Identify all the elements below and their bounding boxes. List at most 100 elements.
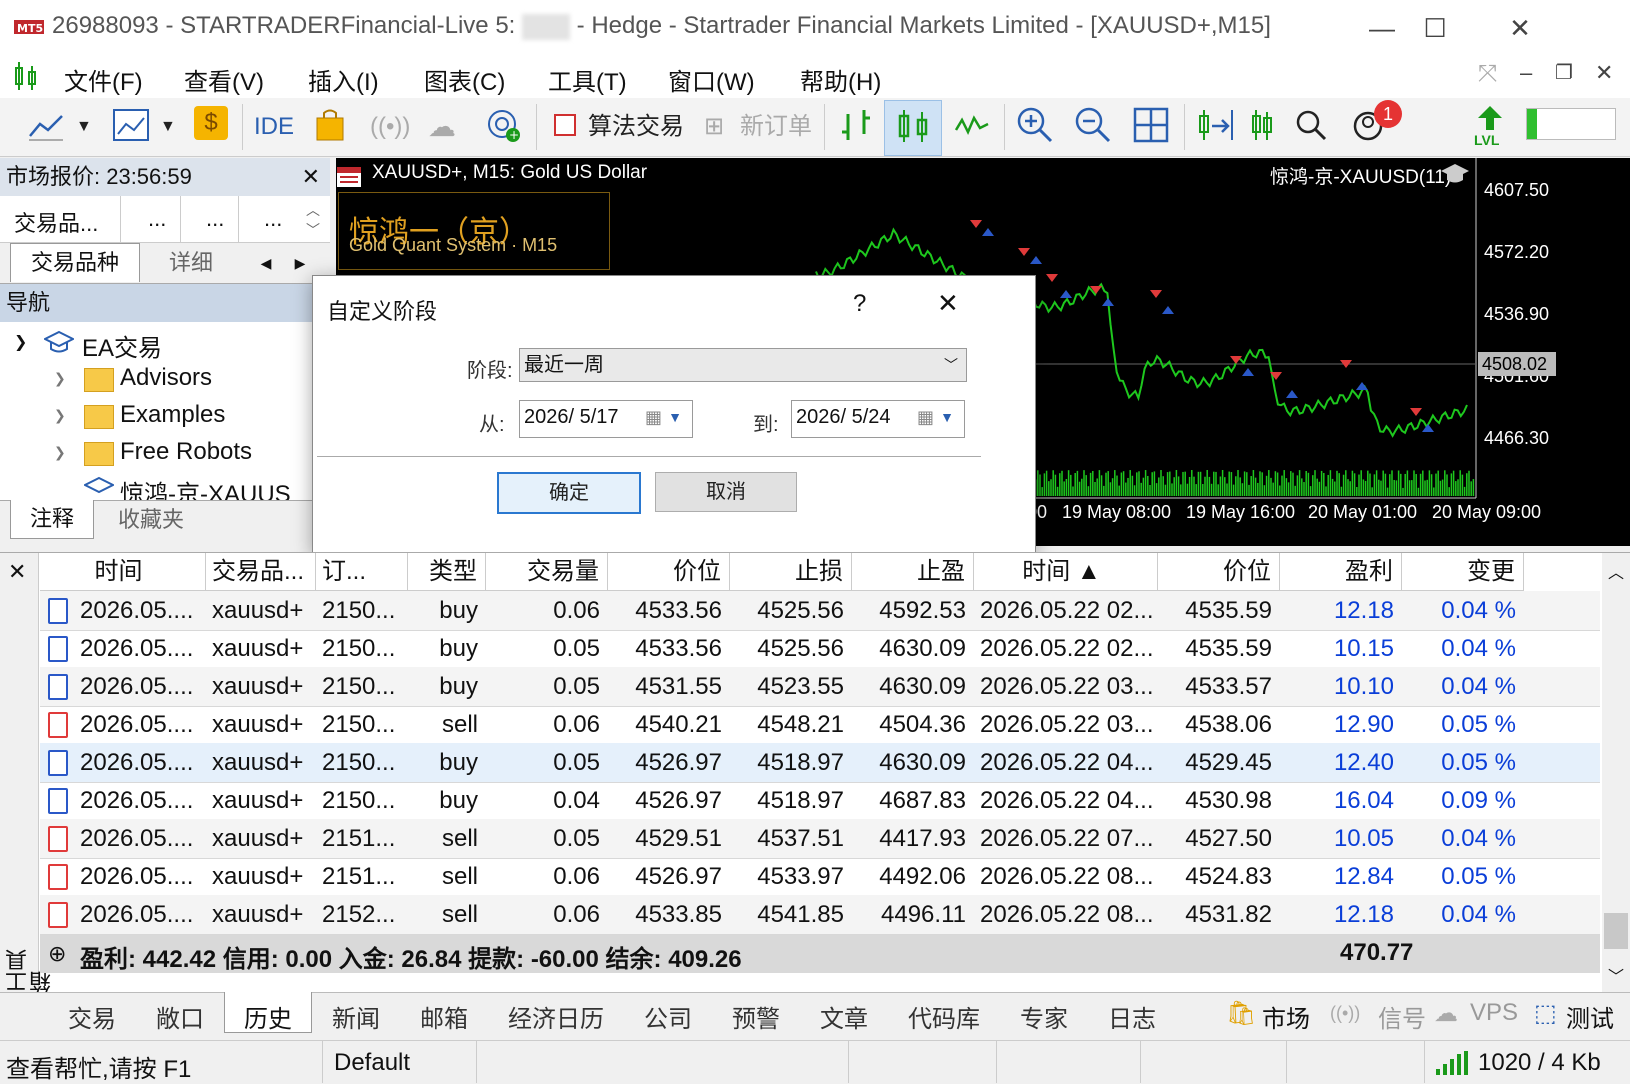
expand-arrow-icon[interactable]: ❯ bbox=[54, 407, 66, 424]
tab-details[interactable]: 详细 bbox=[148, 245, 234, 281]
menu-help[interactable]: 帮助(H) bbox=[800, 62, 881, 97]
vps-link[interactable]: VPS bbox=[1470, 999, 1518, 1027]
menu-file[interactable]: 文件(F) bbox=[64, 62, 143, 97]
tab-scroll-right-icon[interactable]: ▶ bbox=[286, 249, 314, 277]
column-header[interactable]: 时间 ▲ bbox=[974, 553, 1158, 591]
algo-trading-button[interactable]: 算法交易 bbox=[588, 108, 684, 146]
tab-articles[interactable]: 文章 bbox=[820, 999, 868, 1034]
table-row[interactable]: 2026.05.... xauusd+ 2150... buy 0.06 4533.56 4… bbox=[40, 591, 1600, 631]
tab-journal[interactable]: 日志 bbox=[1108, 999, 1156, 1034]
ok-button[interactable]: 确定 bbox=[497, 472, 641, 514]
column-header[interactable]: 止盈 bbox=[852, 553, 974, 591]
column-header[interactable]: 盈利 bbox=[1280, 553, 1402, 591]
dropdown-arrow-icon[interactable]: ▼ bbox=[76, 108, 92, 146]
menu-tools[interactable]: 工具(T) bbox=[548, 62, 627, 97]
column-header[interactable]: 类型 bbox=[408, 553, 486, 591]
tab-calendar[interactable]: 经济日历 bbox=[508, 999, 604, 1034]
tester-link[interactable]: 测试 bbox=[1566, 999, 1614, 1034]
tree-ea-root[interactable]: EA交易 bbox=[82, 328, 162, 363]
table-row[interactable]: 2026.05.... xauusd+ 2150... buy 0.05 4531.55 4… bbox=[40, 667, 1600, 707]
table-row[interactable]: 2026.05.... xauusd+ 2152... sell 0.06 4533.85… bbox=[40, 895, 1600, 935]
col-symbol[interactable]: 交易品... bbox=[14, 206, 98, 238]
col-bid[interactable]: ... bbox=[148, 206, 166, 232]
tree-ea-item[interactable]: 惊鸿-京-XAUUS bbox=[120, 474, 291, 500]
column-header[interactable]: 交易量 bbox=[486, 553, 608, 591]
period-select[interactable]: 最近一周 ﹀ bbox=[519, 348, 967, 382]
scroll-up-icon[interactable]: ︿ bbox=[1608, 559, 1624, 583]
column-header[interactable]: 价位 bbox=[608, 553, 730, 591]
tab-comments[interactable]: 注释 bbox=[10, 500, 94, 539]
mdi-restore-button[interactable]: ❐ bbox=[1555, 60, 1573, 85]
vps-add-icon[interactable]: + bbox=[486, 108, 522, 144]
market-link[interactable]: 市场 bbox=[1262, 999, 1310, 1034]
table-row[interactable]: 2026.05.... xauusd+ 2151... sell 0.05 4529.51… bbox=[40, 819, 1600, 859]
tab-scroll-left-icon[interactable]: ◀ bbox=[252, 249, 280, 277]
tab-favorites[interactable]: 收藏夹 bbox=[106, 501, 196, 539]
column-header[interactable]: 时间 bbox=[40, 553, 206, 591]
tab-experts[interactable]: 专家 bbox=[1020, 999, 1068, 1034]
zoom-out-icon[interactable] bbox=[1074, 106, 1112, 144]
tree-advisors[interactable]: Advisors bbox=[120, 364, 212, 392]
tab-mailbox[interactable]: 邮箱 bbox=[420, 999, 468, 1034]
tile-windows-icon[interactable] bbox=[1132, 106, 1170, 144]
tab-exposure[interactable]: 敞口 bbox=[156, 999, 204, 1034]
scroll-thumb[interactable] bbox=[1604, 913, 1628, 949]
expand-arrow-icon[interactable]: ❯ bbox=[14, 332, 27, 352]
cancel-button[interactable]: 取消 bbox=[655, 472, 797, 512]
cloud-icon[interactable]: ☁ bbox=[428, 108, 456, 146]
vertical-scrollbar[interactable]: ︿ ﹀ bbox=[1602, 553, 1630, 993]
from-date-picker[interactable]: 2026/ 5/17 ▦ ▼ bbox=[519, 400, 693, 438]
new-order-button[interactable]: 新订单 bbox=[740, 108, 812, 146]
tab-company[interactable]: 公司 bbox=[644, 999, 692, 1034]
column-header[interactable]: 止损 bbox=[730, 553, 852, 591]
table-row[interactable]: 2026.05.... xauusd+ 2150... buy 0.05 4526.97 4… bbox=[40, 743, 1600, 783]
level-up-icon[interactable] bbox=[1476, 106, 1504, 132]
chart-template-icon[interactable] bbox=[112, 108, 150, 144]
calendar-icon[interactable]: ▦ bbox=[917, 401, 934, 433]
table-row[interactable]: 2026.05.... xauusd+ 2150... sell 0.06 4540.21… bbox=[40, 705, 1600, 745]
menu-view[interactable]: 查看(V) bbox=[184, 62, 264, 97]
mdi-minimize-button[interactable]: – bbox=[1520, 60, 1532, 86]
tab-trade[interactable]: 交易 bbox=[68, 999, 116, 1034]
market-bag-icon[interactable] bbox=[314, 108, 346, 142]
tab-codebase[interactable]: 代码库 bbox=[908, 999, 980, 1034]
expand-arrow-icon[interactable]: ❯ bbox=[54, 370, 66, 387]
table-row[interactable]: 2026.05.... xauusd+ 2150... buy 0.05 4533.56 4… bbox=[40, 629, 1600, 669]
close-icon[interactable]: ✕ bbox=[302, 158, 320, 196]
line-chart-icon[interactable] bbox=[28, 110, 64, 142]
dropdown-arrow-icon[interactable]: ▼ bbox=[940, 401, 954, 433]
close-icon[interactable]: ✕ bbox=[8, 559, 26, 585]
autoscroll-icon[interactable] bbox=[1250, 106, 1274, 144]
tree-examples[interactable]: Examples bbox=[120, 401, 225, 429]
pin-icon[interactable]: ⤧ bbox=[1478, 60, 1497, 88]
expand-plus-icon[interactable]: ⊕ bbox=[48, 941, 66, 967]
dropdown-arrow-icon[interactable]: ▼ bbox=[160, 108, 176, 146]
to-date-picker[interactable]: 2026/ 5/24 ▦ ▼ bbox=[791, 400, 965, 438]
close-window-button[interactable]: ✕ bbox=[1500, 10, 1540, 46]
menu-insert[interactable]: 插入(I) bbox=[308, 62, 379, 97]
signals-link[interactable]: 信号 bbox=[1378, 999, 1426, 1034]
signals-icon[interactable]: ((•)) bbox=[370, 108, 410, 146]
search-icon[interactable] bbox=[1294, 108, 1328, 142]
maximize-button[interactable]: ☐ bbox=[1415, 10, 1455, 46]
dialog-close-button[interactable]: ✕ bbox=[937, 288, 959, 319]
tab-news[interactable]: 新闻 bbox=[332, 999, 380, 1034]
column-header[interactable]: 价位 bbox=[1158, 553, 1280, 591]
tab-symbols[interactable]: 交易品种 bbox=[10, 243, 140, 282]
scroll-up-icon[interactable]: ︿ bbox=[306, 200, 320, 220]
scroll-down-icon[interactable]: ﹀ bbox=[306, 220, 320, 240]
minimize-button[interactable]: — bbox=[1362, 10, 1402, 46]
dollar-icon[interactable]: $ bbox=[194, 106, 228, 140]
help-button[interactable]: ? bbox=[853, 290, 866, 318]
tab-alerts[interactable]: 预警 bbox=[732, 999, 780, 1034]
table-row[interactable]: 2026.05.... xauusd+ 2151... sell 0.06 4526.97… bbox=[40, 857, 1600, 897]
column-header[interactable]: 变更 bbox=[1402, 553, 1524, 591]
tab-history[interactable]: 历史 bbox=[244, 999, 292, 1034]
table-row[interactable]: 2026.05.... xauusd+ 2150... buy 0.04 4526.97 4… bbox=[40, 781, 1600, 821]
zoom-in-icon[interactable] bbox=[1016, 106, 1054, 144]
expand-arrow-icon[interactable]: ❯ bbox=[54, 444, 66, 461]
bar-chart-icon[interactable] bbox=[838, 108, 874, 144]
menu-window[interactable]: 窗口(W) bbox=[668, 62, 755, 97]
ide-button[interactable]: IDE bbox=[254, 108, 294, 146]
column-header[interactable]: 订... bbox=[316, 553, 408, 591]
